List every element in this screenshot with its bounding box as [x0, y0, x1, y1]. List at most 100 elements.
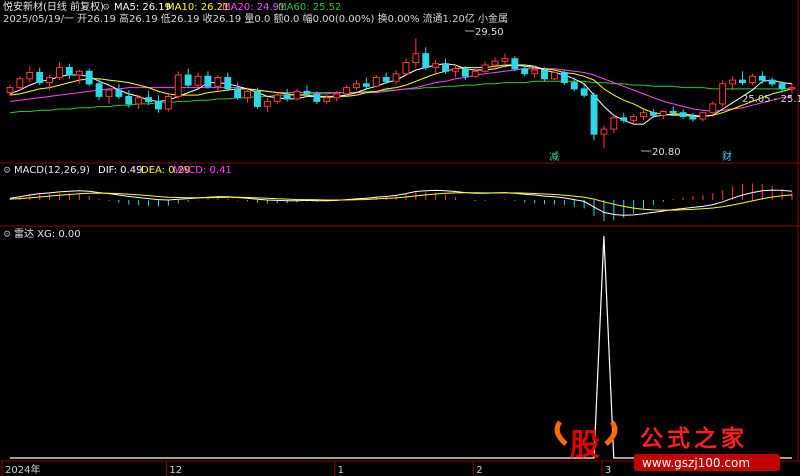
candle-body: [432, 63, 440, 69]
candle-body: [254, 90, 261, 108]
candle-body: [560, 72, 568, 84]
candle-body: [224, 77, 232, 90]
candle-body: [343, 87, 351, 95]
candle-body: [531, 69, 539, 75]
candle-body: [164, 95, 172, 110]
candle: [541, 67, 548, 82]
candle-body: [610, 117, 618, 130]
candle-body: [481, 64, 489, 72]
candle-body: [719, 83, 727, 105]
candle-body: [402, 62, 410, 75]
x-axis-label: 2024年: [5, 463, 40, 476]
stock-chart[interactable]: 2024年 12 1 2 3 悦安新材(日线 前复权) ⚙ MA5: 26.19 MA1…: [0, 0, 800, 476]
candle-body: [283, 94, 291, 100]
candle: [719, 80, 727, 107]
candle-body: [471, 70, 479, 77]
candle-body: [748, 75, 756, 84]
candle-body: [412, 53, 420, 64]
candle-body: [135, 97, 143, 105]
x-axis-label: 2: [476, 465, 482, 476]
candle-body: [155, 100, 162, 110]
watermark-logo-char: 股: [570, 428, 600, 463]
candle-body: [640, 112, 647, 117]
radar-title: 雷达 XG: 0.00: [14, 228, 81, 240]
candle-body: [382, 77, 390, 82]
candle-body: [511, 58, 519, 70]
candle-body: [729, 79, 736, 85]
candle-body: [105, 89, 113, 97]
candle-body: [194, 75, 202, 86]
event-marker-reduce[interactable]: 减: [549, 151, 559, 163]
candle-body: [501, 58, 509, 62]
candle: [551, 71, 558, 81]
settings-gear-icon[interactable]: ⚙: [102, 3, 110, 13]
candle-body: [541, 69, 548, 80]
candle: [174, 71, 182, 99]
candle-body: [590, 94, 598, 135]
candle-body: [65, 67, 73, 76]
candle-body: [75, 70, 83, 76]
candle-body: [461, 68, 469, 77]
candle-body: [174, 74, 182, 97]
ma60-label: MA60: 25.52: [278, 2, 341, 13]
candle-body: [204, 75, 212, 87]
candle-body: [521, 68, 529, 75]
candle-body: [303, 90, 311, 95]
candle-body: [689, 116, 697, 120]
x-axis-label: 1: [338, 465, 344, 476]
candle-body: [788, 87, 796, 90]
candle-body: [46, 77, 53, 83]
candle-body: [333, 93, 341, 99]
candle-body: [36, 72, 44, 84]
candle-body: [372, 77, 380, 87]
candle-body: [669, 111, 677, 114]
candle-body: [491, 60, 499, 66]
candle-body: [551, 72, 558, 80]
ma10-label: MA10: 26.21: [166, 2, 229, 13]
candle-body: [600, 128, 608, 135]
candle-body: [422, 53, 430, 69]
candle-body: [392, 73, 400, 82]
candle-body: [323, 97, 331, 102]
candle: [511, 56, 519, 72]
bar-info-line: 2025/05/19/一 开26.19 高26.19 低26.19 收26.19…: [3, 12, 508, 25]
candle-body: [362, 83, 370, 87]
candle-body: [263, 100, 271, 107]
candle-body: [580, 88, 588, 96]
macd-settings-gear-icon[interactable]: ⚙: [3, 166, 11, 176]
candle-body: [85, 70, 93, 85]
macd-dif-label: DIF: 0.49: [98, 165, 142, 176]
candle-body: [679, 112, 687, 117]
candle-body: [739, 79, 746, 84]
candle-body: [214, 77, 222, 87]
watermark-site-name: 公式之家: [640, 425, 748, 452]
candle: [164, 93, 172, 112]
candle-body: [452, 68, 459, 72]
candle-body: [709, 103, 717, 114]
candle-body: [6, 87, 14, 94]
macd-value-label: MACD: 0.41: [173, 165, 232, 176]
candle-body: [293, 90, 301, 100]
candle-body: [630, 116, 638, 121]
candle-body: [768, 79, 776, 85]
candle-body: [353, 83, 360, 89]
low-price-label: 20.80: [652, 147, 681, 158]
x-axis-label: 12: [169, 465, 182, 476]
candle-body: [244, 90, 252, 99]
x-axis-label: 3: [605, 465, 611, 476]
event-marker-finance[interactable]: 财: [722, 150, 732, 163]
range-label: 25.05 - 25.11: [742, 94, 800, 105]
candle-body: [758, 75, 766, 81]
candle-body: [56, 67, 63, 79]
candle-body: [273, 94, 281, 102]
candle-body: [313, 93, 321, 102]
candle: [85, 68, 93, 87]
candle-body: [442, 63, 450, 72]
candle-body: [778, 83, 786, 90]
stock-title: 悦安新材(日线 前复权): [3, 0, 104, 13]
candle-body: [145, 97, 153, 102]
radar-settings-gear-icon[interactable]: ⚙: [3, 230, 11, 240]
candle-body: [16, 78, 24, 89]
high-price-label: 29.50: [475, 27, 504, 38]
candle: [560, 70, 568, 86]
